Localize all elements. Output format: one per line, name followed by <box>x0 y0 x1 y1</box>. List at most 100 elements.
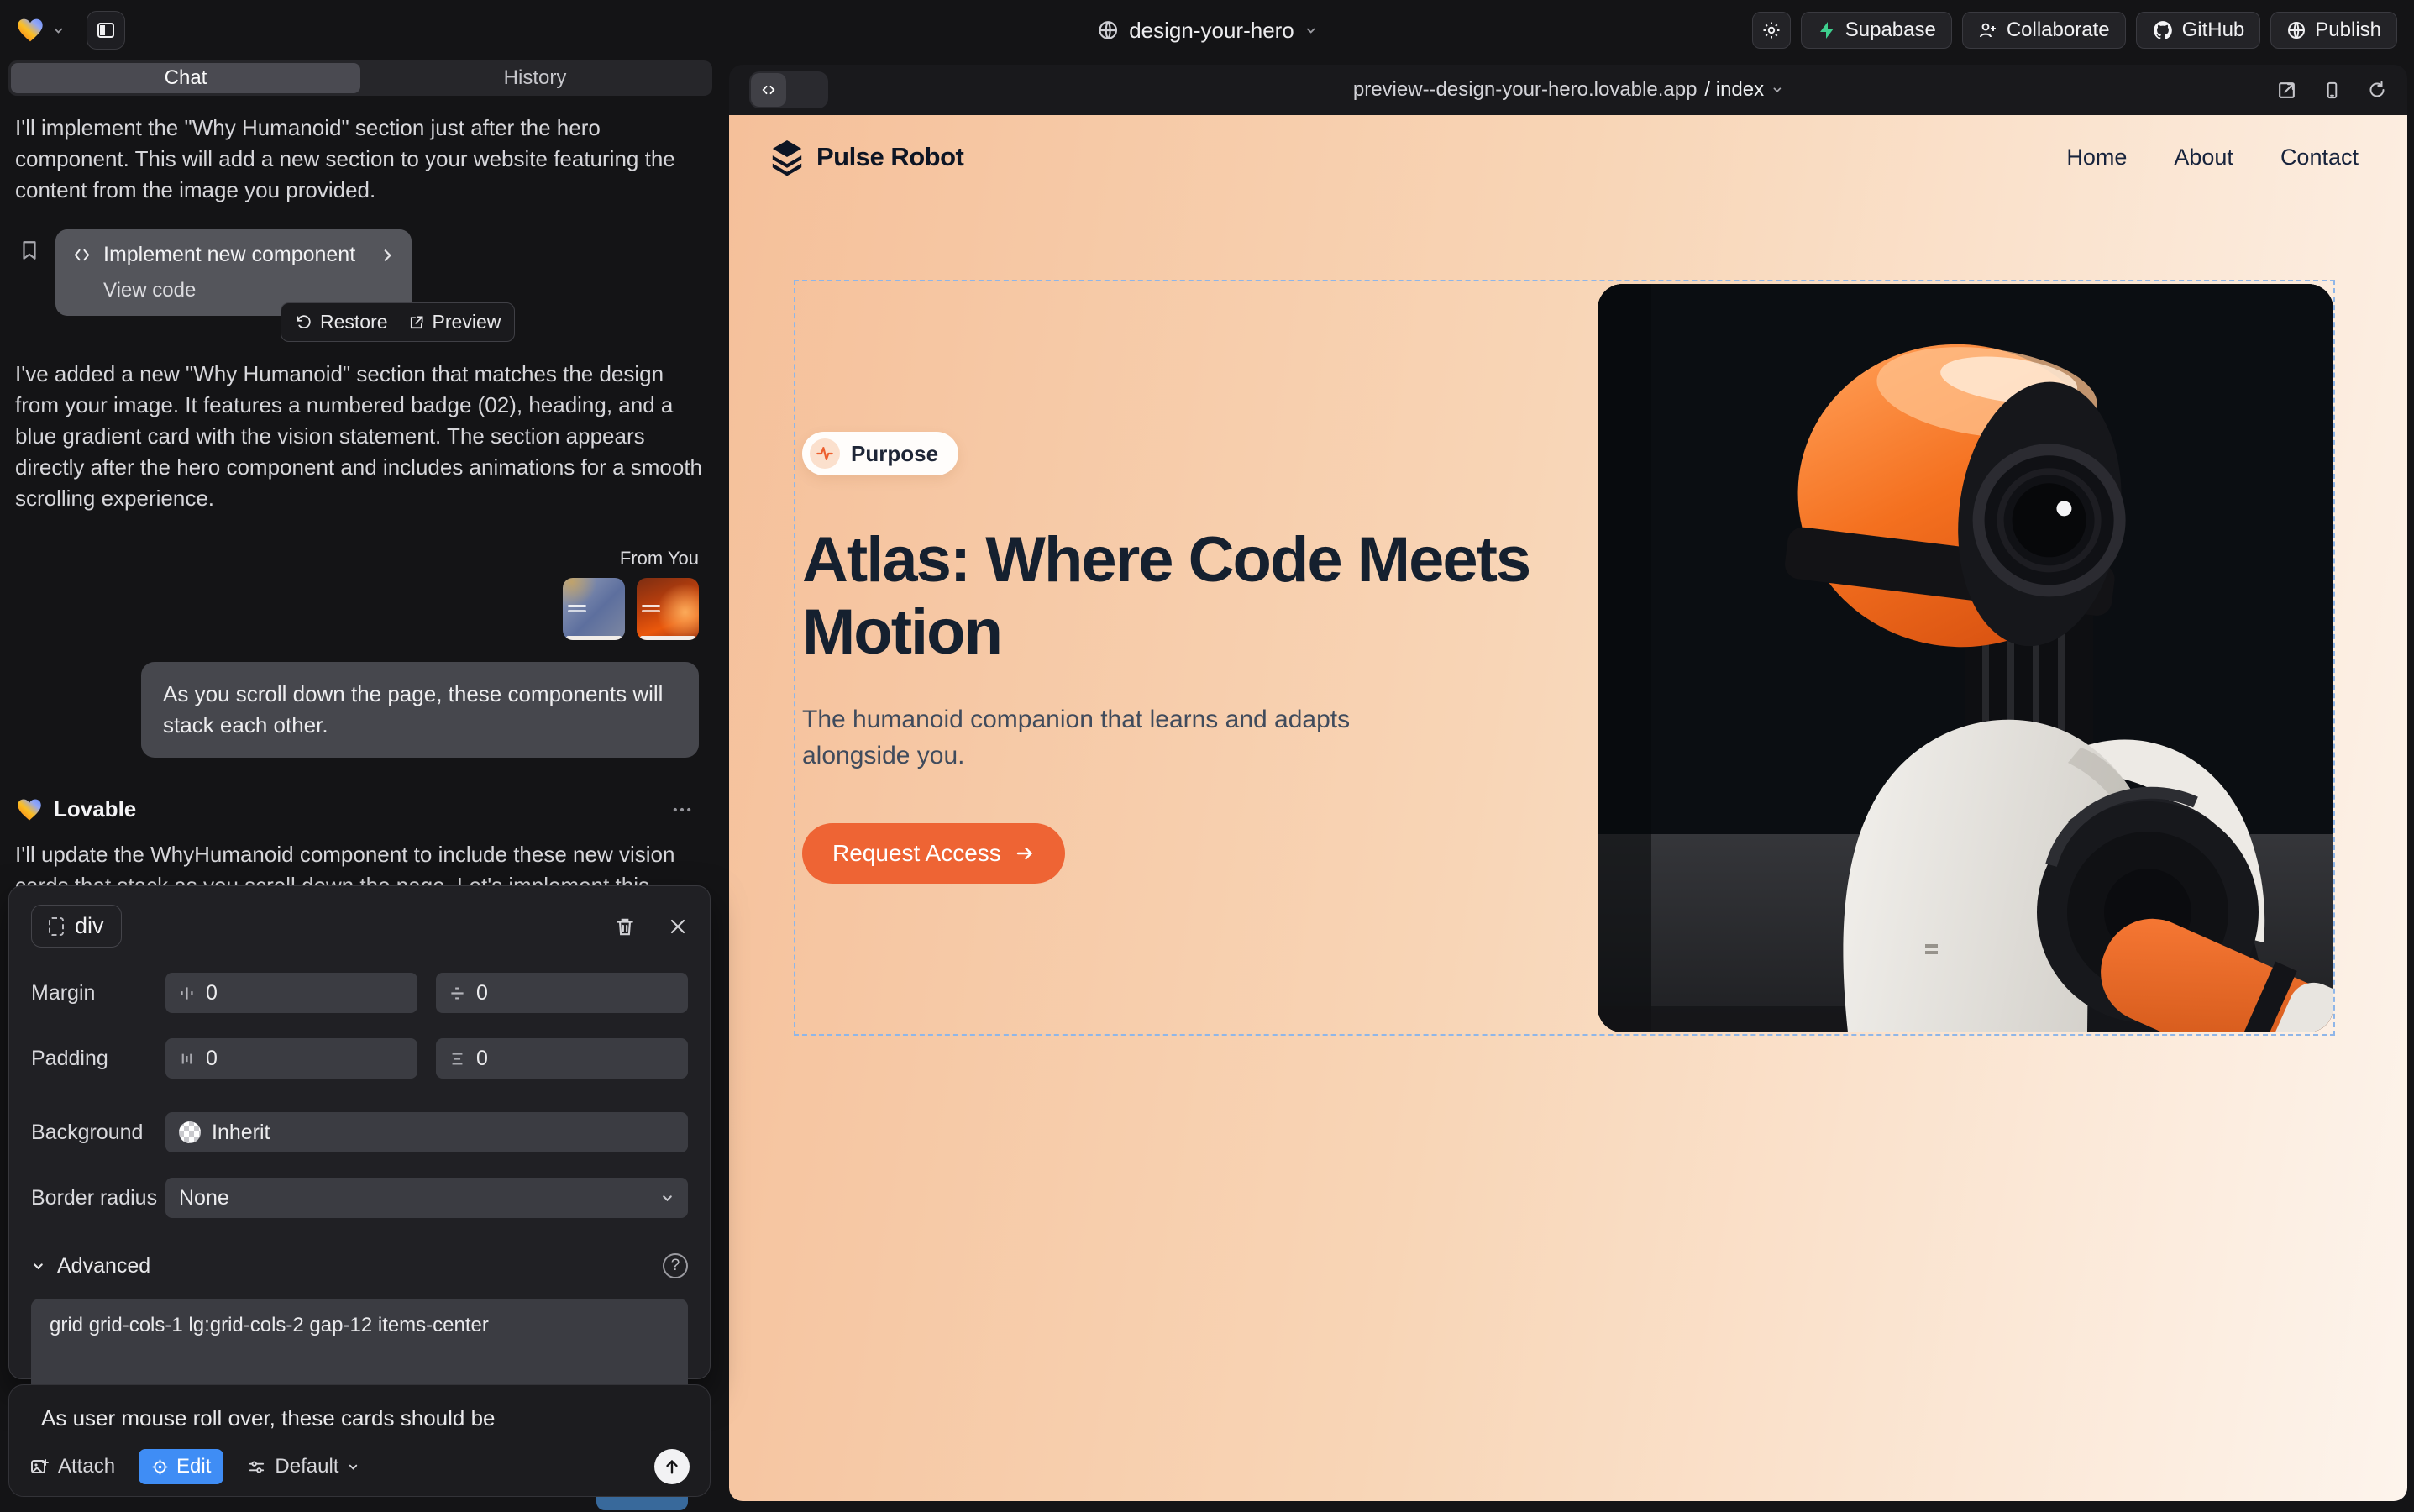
component-card-title: Implement new component <box>103 243 355 267</box>
background-value: Inherit <box>212 1121 270 1145</box>
chat-tabbar: Chat History <box>8 60 712 96</box>
preview-button[interactable]: Preview <box>408 311 501 333</box>
margin-x-icon <box>179 985 195 1001</box>
mode-chevron-down-icon <box>347 1461 359 1473</box>
help-icon[interactable]: ? <box>663 1253 688 1278</box>
restore-icon <box>295 313 312 331</box>
mode-selector[interactable]: Default <box>247 1455 359 1478</box>
user-plus-icon <box>1978 20 1998 40</box>
more-options-icon[interactable] <box>670 798 712 822</box>
mobile-view-icon[interactable] <box>2322 80 2342 101</box>
edit-mode-button[interactable]: Edit <box>139 1449 223 1484</box>
collaborate-label: Collaborate <box>2007 18 2110 42</box>
project-selector[interactable]: design-your-hero <box>1097 0 1317 60</box>
user-message-bubble: As you scroll down the page, these compo… <box>141 662 699 758</box>
background-label: Background <box>31 1121 165 1145</box>
github-icon <box>2152 19 2174 41</box>
version-hover-actions: Restore Preview <box>281 302 515 342</box>
margin-y-icon <box>449 985 465 1001</box>
border-radius-label: Border radius <box>31 1186 165 1210</box>
nav-contact[interactable]: Contact <box>2280 144 2359 171</box>
chevron-down-icon <box>660 1191 674 1205</box>
code-toggle-icon <box>760 81 777 98</box>
chat-composer[interactable]: As user mouse roll over, these cards sho… <box>8 1384 711 1497</box>
selected-element-pill[interactable]: div <box>31 905 122 948</box>
nav-about[interactable]: About <box>2174 144 2233 171</box>
selected-element-tag: div <box>75 913 104 939</box>
app-topbar: design-your-hero Supabase <box>0 0 2414 60</box>
padding-x-icon <box>179 1051 195 1067</box>
pulse-icon <box>810 438 840 469</box>
send-button[interactable] <box>654 1449 690 1484</box>
margin-y-value: 0 <box>476 981 488 1005</box>
from-you-label: From You <box>620 548 699 570</box>
collaborate-button[interactable]: Collaborate <box>1962 12 2126 49</box>
attach-image-icon <box>29 1457 50 1477</box>
border-radius-select[interactable]: None <box>165 1178 688 1218</box>
advanced-chevron-icon[interactable] <box>31 1259 45 1273</box>
delete-element-button[interactable] <box>614 916 636 937</box>
settings-button[interactable] <box>1752 12 1791 49</box>
purpose-badge-label: Purpose <box>851 441 938 467</box>
project-chevron-down-icon <box>1304 24 1317 37</box>
view-code-link[interactable]: View code <box>103 279 395 302</box>
padding-x-input[interactable]: 0 <box>165 1038 417 1079</box>
site-nav: Home About Contact <box>2066 144 2359 171</box>
assistant-message-1: I'll implement the "Why Humanoid" sectio… <box>15 113 706 206</box>
tab-history[interactable]: History <box>360 63 710 93</box>
hero-heading: Atlas: Where Code Meets Motion <box>802 524 1608 667</box>
padding-y-input[interactable]: 0 <box>436 1038 688 1079</box>
lovable-heart-icon <box>17 798 42 822</box>
publish-label: Publish <box>2315 18 2381 42</box>
close-inspector-button[interactable] <box>668 916 688 937</box>
attach-button[interactable]: Attach <box>29 1455 115 1478</box>
publish-button[interactable]: Publish <box>2270 12 2397 49</box>
bookmark-icon[interactable] <box>18 239 40 261</box>
workspace-chevron-down-icon[interactable] <box>52 24 65 37</box>
code-view-toggle[interactable] <box>749 71 828 108</box>
request-access-label: Request Access <box>832 840 1001 867</box>
selection-box-icon <box>49 917 64 936</box>
nav-home[interactable]: Home <box>2066 144 2127 171</box>
supabase-button[interactable]: Supabase <box>1801 12 1952 49</box>
composer-draft-text[interactable]: As user mouse roll over, these cards sho… <box>41 1405 690 1431</box>
agent-name: Lovable <box>54 796 136 822</box>
chevron-right-icon <box>380 248 395 263</box>
attachment-thumbnail-orange[interactable] <box>637 578 699 640</box>
advanced-label[interactable]: Advanced <box>57 1254 150 1278</box>
restore-label: Restore <box>320 311 388 333</box>
globe-icon <box>1097 19 1119 41</box>
site-logo[interactable]: Pulse Robot <box>769 139 963 176</box>
tab-chat[interactable]: Chat <box>11 63 360 93</box>
request-access-button[interactable]: Request Access <box>802 823 1065 884</box>
edit-label: Edit <box>176 1455 211 1478</box>
preview-label: Preview <box>433 311 501 333</box>
assistant-message-2: I've added a new "Why Humanoid" section … <box>15 359 706 514</box>
attachment-thumbnail-blue[interactable] <box>563 578 625 640</box>
sliders-icon <box>247 1457 266 1477</box>
restore-button[interactable]: Restore <box>295 311 388 333</box>
publish-globe-icon <box>2286 20 2306 40</box>
lovable-heart-logo[interactable] <box>17 18 44 43</box>
gear-icon <box>1761 20 1782 40</box>
element-inspector-panel: div Margin 0 <box>8 885 711 1379</box>
github-button[interactable]: GitHub <box>2136 12 2261 49</box>
mode-label: Default <box>275 1455 338 1478</box>
border-radius-value: None <box>179 1186 229 1210</box>
background-input[interactable]: Inherit <box>165 1112 688 1152</box>
selected-div-outline[interactable]: Purpose Atlas: Where Code Meets Motion T… <box>794 280 2335 1036</box>
agent-header: Lovable <box>17 796 712 822</box>
margin-label: Margin <box>31 981 165 1005</box>
supabase-bolt-icon <box>1817 20 1837 40</box>
refresh-icon[interactable] <box>2367 80 2387 100</box>
arrow-right-icon <box>1015 843 1035 864</box>
padding-y-value: 0 <box>476 1047 488 1071</box>
margin-y-input[interactable]: 0 <box>436 973 688 1013</box>
padding-label: Padding <box>31 1047 165 1071</box>
site-canvas: Pulse Robot Home About Contact Purpose A… <box>729 115 2407 1501</box>
sidebar-toggle-button[interactable] <box>87 11 125 50</box>
from-you-block: From You <box>8 548 712 640</box>
margin-x-input[interactable]: 0 <box>165 973 417 1013</box>
preview-url-bar[interactable]: preview--design-your-hero.lovable.app / … <box>1353 78 1783 102</box>
open-in-new-tab-icon[interactable] <box>2276 80 2297 101</box>
